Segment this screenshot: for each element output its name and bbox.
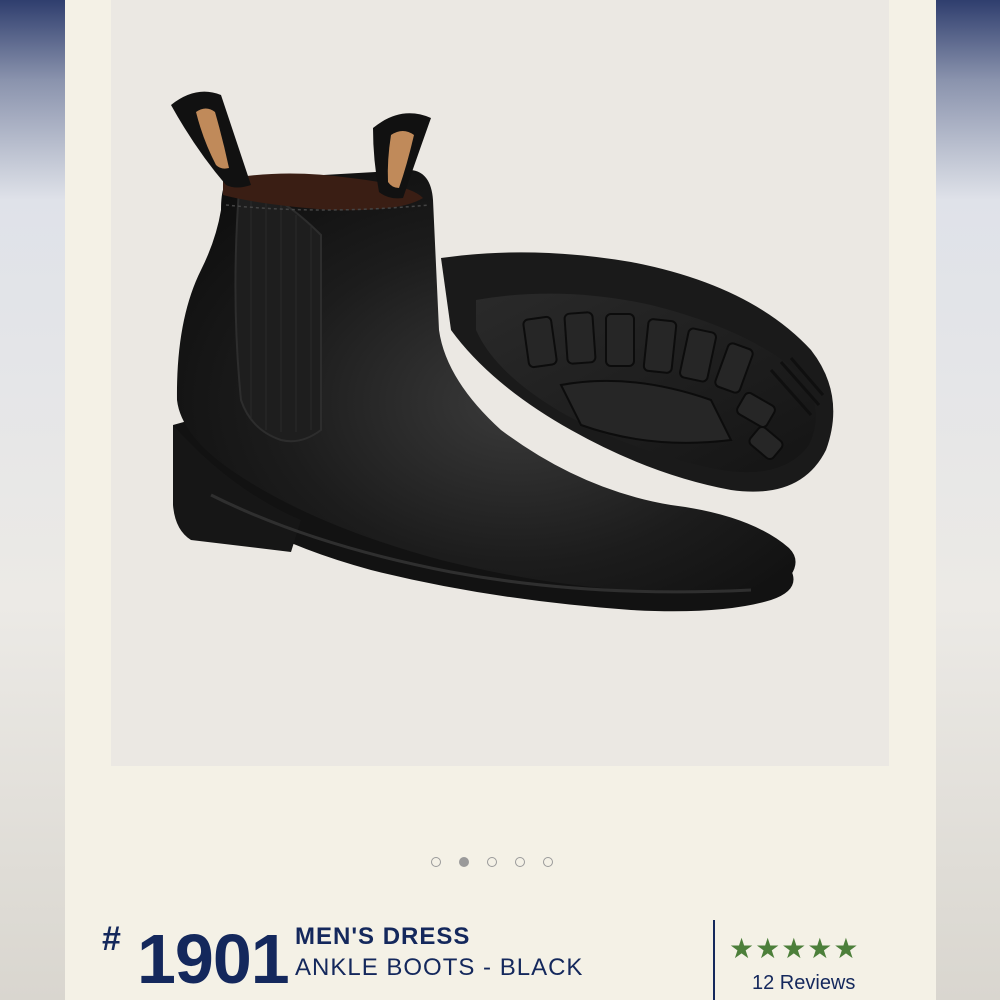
reviews-link[interactable]: 12 Reviews: [752, 972, 855, 995]
rating-stars-icon[interactable]: ★★★★★: [729, 934, 860, 964]
blurred-background-right: [936, 0, 1000, 1000]
pull-tab-left: [171, 91, 251, 188]
image-carousel-indicators: [431, 857, 553, 867]
product-header: # 1901 MEN'S DRESS ANKLE BOOTS - BLACK ★…: [65, 918, 936, 1000]
product-category: MEN'S DRESS: [295, 923, 471, 950]
carousel-dot-3[interactable]: [487, 857, 497, 867]
product-page: # 1901 MEN'S DRESS ANKLE BOOTS - BLACK ★…: [65, 0, 936, 1000]
boots-illustration: [171, 91, 834, 612]
model-number: 1901: [137, 920, 290, 998]
blurred-background-left: [0, 0, 65, 1000]
model-hash-symbol: #: [102, 920, 121, 958]
carousel-dot-1[interactable]: [431, 857, 441, 867]
carousel-dot-2[interactable]: [459, 857, 469, 867]
carousel-dot-4[interactable]: [515, 857, 525, 867]
product-name: ANKLE BOOTS - BLACK: [295, 954, 584, 981]
header-divider: [713, 920, 715, 1000]
product-image[interactable]: [111, 0, 889, 766]
carousel-dot-5[interactable]: [543, 857, 553, 867]
